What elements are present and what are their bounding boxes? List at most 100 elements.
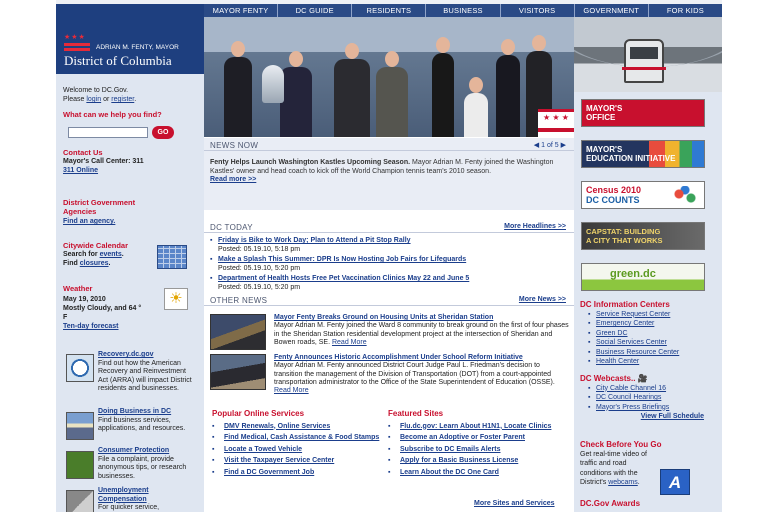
dc-logo[interactable]: ★★★ ADRIAN M. FENTY, MAYOR District of C… bbox=[56, 4, 204, 74]
agencies-heading: District Government Agencies bbox=[63, 198, 136, 216]
headline-link[interactable]: Friday is Bike to Work Day; Plan to Atte… bbox=[218, 237, 411, 246]
news-now-body: Fenty Helps Launch Washington Kastles Up… bbox=[210, 159, 566, 185]
period: . bbox=[108, 260, 111, 267]
featured-link[interactable]: Learn About the DC One Card bbox=[400, 469, 499, 478]
featured-link[interactable]: Subscribe to DC Emails Alerts bbox=[400, 446, 501, 455]
education-initiative-banner[interactable]: MAYOR'S EDUCATION INITIATIVE bbox=[581, 140, 705, 168]
service-link[interactable]: Visit the Taxpayer Service Center bbox=[224, 457, 334, 466]
info-center-link[interactable]: Social Services Center bbox=[588, 338, 718, 348]
news-item-link[interactable]: Mayor Fenty Breaks Ground on Housing Uni… bbox=[274, 314, 570, 322]
webcast-link[interactable]: City Cable Channel 16 bbox=[588, 384, 718, 394]
find-agency-link[interactable]: Find an agency. bbox=[63, 217, 199, 226]
list-item: ▪ Find a DC Government Job bbox=[212, 468, 315, 478]
nav-dc-guide[interactable]: DC GUIDE bbox=[278, 4, 353, 17]
nav-government[interactable]: GOVERNMENT bbox=[575, 4, 649, 17]
featured-link[interactable]: Become an Adoptive or Foster Parent bbox=[400, 434, 525, 443]
mayors-office-banner[interactable]: MAYOR'S OFFICE bbox=[581, 99, 705, 127]
consumer-feature: Consumer Protection File a complaint, pr… bbox=[98, 447, 194, 481]
banner-line: MAYOR'S bbox=[586, 145, 623, 154]
capstat-banner[interactable]: CAPSTAT: BUILDING A CITY THAT WORKS bbox=[581, 222, 705, 250]
news-thumbnail[interactable] bbox=[210, 354, 266, 390]
service-link[interactable]: Find a DC Government Job bbox=[224, 469, 314, 478]
recovery-link[interactable]: Recovery.dc.gov bbox=[98, 351, 194, 360]
headline-link[interactable]: Department of Health Hosts Free Pet Vacc… bbox=[218, 275, 469, 284]
news-thumbnail[interactable] bbox=[210, 314, 266, 350]
list-item: ▪ Apply for a Basic Business License bbox=[388, 457, 519, 466]
service-link[interactable]: Find Medical, Cash Assistance & Food Sta… bbox=[224, 434, 379, 443]
info-center-link[interactable]: Emergency Center bbox=[588, 319, 718, 329]
right-sidebar: MAYOR'S OFFICE MAYOR'S EDUCATION INITIATIV… bbox=[574, 17, 722, 512]
read-more-link[interactable]: Read More bbox=[332, 339, 367, 346]
featured-link[interactable]: Flu.dc.gov: Learn About H1N1, Locate Cli… bbox=[400, 423, 551, 432]
search-for-text: Search for bbox=[63, 251, 98, 258]
news-title: Fenty Helps Launch Washington Kastles Up… bbox=[210, 159, 411, 166]
census-banner[interactable]: Census 2010 DC COUNTS bbox=[581, 181, 705, 209]
next-arrow-icon[interactable]: ▶ bbox=[561, 142, 566, 149]
go-button[interactable]: GO bbox=[152, 126, 174, 139]
register-link[interactable]: register bbox=[111, 96, 134, 103]
webcasts-heading: DC Webcasts.. bbox=[580, 374, 636, 383]
nav-residents[interactable]: RESIDENTS bbox=[352, 4, 427, 17]
more-news-link[interactable]: More News >> bbox=[519, 296, 566, 303]
dc-flag-icon: ★ ★ ★ bbox=[538, 109, 574, 137]
other-news-item: Mayor Fenty Breaks Ground on Housing Uni… bbox=[210, 314, 572, 354]
more-sites-link[interactable]: More Sites and Services bbox=[474, 500, 555, 507]
webcams-link[interactable]: webcams bbox=[608, 479, 638, 486]
recovery-icon[interactable] bbox=[66, 354, 94, 382]
unemployment-icon[interactable] bbox=[66, 490, 94, 512]
headline-link[interactable]: Make a Splash This Summer: DPR Is Now Ho… bbox=[218, 256, 466, 265]
service-link[interactable]: DMV Renewals, Online Services bbox=[224, 423, 330, 432]
info-center-link[interactable]: Green DC bbox=[588, 329, 718, 339]
webcast-link[interactable]: DC Council Hearings bbox=[588, 393, 718, 403]
consumer-link[interactable]: Consumer Protection bbox=[98, 447, 194, 456]
sun-icon: ☀ bbox=[164, 288, 188, 310]
search-input[interactable] bbox=[68, 127, 148, 138]
business-icon[interactable] bbox=[66, 412, 94, 440]
news-item-link[interactable]: Fenty Announces Historic Accomplishment … bbox=[274, 354, 570, 362]
weather-forecast: Mostly Cloudy, and 64 ° bbox=[63, 305, 142, 312]
list-item: ▪ Visit the Taxpayer Service Center bbox=[212, 457, 335, 466]
news-item-body: Mayor Adrian M. Fenty announced District… bbox=[274, 362, 555, 386]
view-full-schedule-link[interactable]: View Full Schedule bbox=[580, 412, 718, 422]
login-link[interactable]: login bbox=[86, 96, 101, 103]
metro-photo[interactable] bbox=[574, 17, 722, 92]
more-headlines-link[interactable]: More Headlines >> bbox=[504, 223, 566, 230]
info-centers-heading: DC Information Centers bbox=[580, 300, 670, 309]
info-center-link[interactable]: Health Center bbox=[588, 357, 718, 367]
nav-business[interactable]: BUSINESS bbox=[426, 4, 501, 17]
pager-text: 1 of 5 bbox=[541, 142, 559, 149]
featured-link[interactable]: Apply for a Basic Business License bbox=[400, 457, 518, 466]
search-heading: What can we help you find? bbox=[63, 110, 162, 119]
nav-for-kids[interactable]: FOR KIDS bbox=[649, 4, 722, 17]
search-row: GO bbox=[68, 126, 174, 139]
traffic-camera-icon[interactable]: A bbox=[660, 469, 690, 495]
calendar-icon[interactable] bbox=[157, 245, 187, 269]
read-more-link[interactable]: Read More bbox=[274, 387, 309, 394]
service-link[interactable]: Locate a Towed Vehicle bbox=[224, 446, 302, 455]
dc-today-heading: DC TODAY bbox=[210, 223, 253, 232]
info-center-link[interactable]: Service Request Center bbox=[588, 310, 718, 320]
green-dc-banner[interactable]: green.dc bbox=[581, 263, 705, 291]
census-graphic bbox=[670, 186, 700, 206]
webcast-link[interactable]: Mayor's Press Briefings bbox=[588, 403, 718, 413]
prev-arrow-icon[interactable]: ◀ bbox=[534, 142, 539, 149]
info-center-link[interactable]: Business Resource Center bbox=[588, 348, 718, 358]
events-link[interactable]: events bbox=[100, 251, 122, 258]
hero-photo[interactable]: ★ ★ ★ bbox=[204, 17, 574, 137]
business-link[interactable]: Doing Business in DC bbox=[98, 408, 194, 417]
closures-link[interactable]: closures bbox=[80, 260, 109, 267]
welcome-text: Welcome to DC.Gov. bbox=[63, 87, 129, 94]
main-nav: MAYOR FENTY DC GUIDE RESIDENTS BUSINESS … bbox=[204, 4, 722, 17]
unemployment-link[interactable]: Unemployment Compensation bbox=[98, 487, 194, 504]
news-now-heading: NEWS NOW bbox=[210, 141, 259, 150]
nav-visitors[interactable]: VISITORS bbox=[501, 4, 575, 17]
consumer-protection-icon[interactable] bbox=[66, 451, 94, 479]
news-read-more-link[interactable]: Read more >> bbox=[210, 176, 256, 183]
online-311-link[interactable]: 311 Online bbox=[63, 166, 199, 175]
business-feature: Doing Business in DC Find business servi… bbox=[98, 408, 194, 434]
news-pager: ◀ 1 of 5 ▶ bbox=[534, 141, 566, 149]
logo-district-name: District of Columbia bbox=[64, 53, 172, 68]
ten-day-forecast-link[interactable]: Ten-day forecast bbox=[63, 322, 159, 331]
nav-mayor-fenty[interactable]: MAYOR FENTY bbox=[204, 4, 279, 17]
banner-line: Census 2010 bbox=[586, 185, 642, 195]
